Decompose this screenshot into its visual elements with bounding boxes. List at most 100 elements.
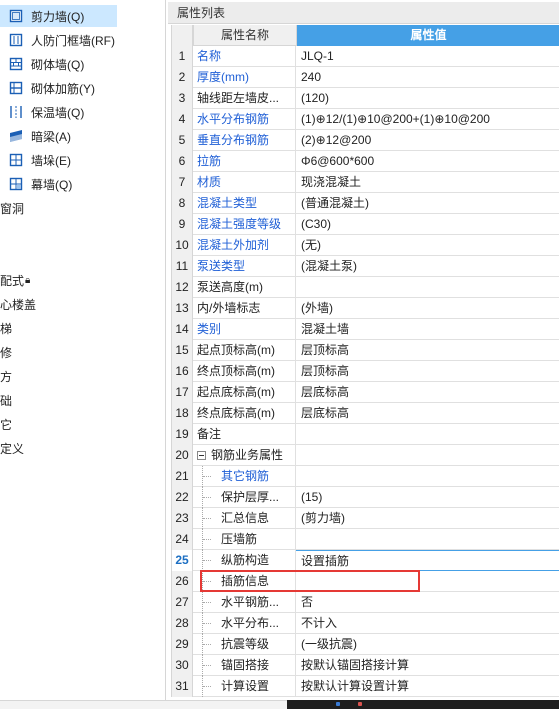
property-value[interactable] xyxy=(296,571,559,592)
property-row[interactable]: 16 终点顶标高(m) 层顶标高 xyxy=(172,361,559,382)
property-name: 混凝土外加剂 xyxy=(193,235,296,256)
property-name-text: 抗震等级 xyxy=(221,637,270,651)
property-name-text: 拉筋 xyxy=(197,154,222,168)
tree-item-door-frame-wall[interactable]: 人防门框墙(RF) xyxy=(0,29,115,51)
tree-category-label: 配式 xyxy=(0,273,25,288)
property-row[interactable]: 12 泵送高度(m) xyxy=(172,277,559,298)
property-row[interactable]: 15 起点顶标高(m) 层顶标高 xyxy=(172,340,559,361)
property-value[interactable]: (15) xyxy=(296,487,559,508)
tree-item-insulation-wall[interactable]: 保温墙(Q) xyxy=(0,101,84,123)
property-value[interactable] xyxy=(296,466,559,487)
property-row[interactable]: 9 混凝土强度等级 (C30) xyxy=(172,214,559,235)
property-value[interactable]: 不计入 xyxy=(296,613,559,634)
property-row[interactable]: 25 纵筋构造 设置插筋 xyxy=(172,550,559,571)
property-name: 水平分布... xyxy=(193,613,296,634)
tree-category-hollow-floor[interactable]: 心楼盖 xyxy=(0,293,36,315)
property-value[interactable]: 现浇混凝土 xyxy=(296,172,559,193)
property-row[interactable]: 19 备注 xyxy=(172,424,559,445)
tree-item-masonry-wall[interactable]: 砌体墙(Q) xyxy=(0,53,84,75)
tree-category-label: 修 xyxy=(0,345,13,360)
property-row[interactable]: 31 计算设置 按默认计算设置计算 xyxy=(172,676,559,697)
property-value[interactable]: (1)⊕12/(1)⊕10@200+(1)⊕10@200 xyxy=(296,109,559,130)
property-row[interactable]: 28 水平分布... 不计入 xyxy=(172,613,559,634)
property-row[interactable]: 17 起点底标高(m) 层底标高 xyxy=(172,382,559,403)
property-value[interactable]: 设置插筋 xyxy=(296,550,559,571)
tree-item-masonry-rebar[interactable]: 砌体加筋(Y) xyxy=(0,77,95,99)
property-value[interactable]: 层底标高 xyxy=(296,382,559,403)
row-number: 29 xyxy=(172,634,193,655)
property-row[interactable]: 1 名称 JLQ-1 xyxy=(172,46,559,67)
property-value[interactable]: (C30) xyxy=(296,214,559,235)
property-row[interactable]: 14 类别 混凝土墙 xyxy=(172,319,559,340)
property-name: 插筋信息 xyxy=(193,571,296,592)
property-row[interactable]: 29 抗震等级 (一级抗震) xyxy=(172,634,559,655)
property-name: 锚固搭接 xyxy=(193,655,296,676)
property-name-text: 类别 xyxy=(197,322,222,336)
tree-category-foundation[interactable]: 础 xyxy=(0,389,12,411)
property-row[interactable]: 2 厚度(mm) 240 xyxy=(172,67,559,88)
property-row[interactable]: 6 拉筋 Φ6@600*600 xyxy=(172,151,559,172)
property-row[interactable]: 21 其它钢筋 xyxy=(172,466,559,487)
property-row[interactable]: 22 保护层厚... (15) xyxy=(172,487,559,508)
property-value[interactable]: 按默认计算设置计算 xyxy=(296,676,559,697)
collapse-icon[interactable] xyxy=(197,451,206,460)
property-row[interactable]: 30 锚固搭接 按默认锚固搭接计算 xyxy=(172,655,559,676)
property-value[interactable]: (混凝土泵) xyxy=(296,256,559,277)
property-row[interactable]: 26 插筋信息 xyxy=(172,571,559,592)
property-row[interactable]: 10 混凝土外加剂 (无) xyxy=(172,235,559,256)
property-value[interactable]: 混凝土墙 xyxy=(296,319,559,340)
tree-category-stairs[interactable]: 梯 xyxy=(0,317,12,339)
hidden-beam-icon xyxy=(9,129,23,143)
row-number: 20 xyxy=(172,445,193,466)
property-value[interactable]: 层顶标高 xyxy=(296,340,559,361)
row-number: 24 xyxy=(172,529,193,550)
tree-category-other[interactable]: 它 xyxy=(0,413,12,435)
tree-category-custom[interactable]: 定义 xyxy=(0,437,24,459)
property-value[interactable]: (普通混凝土) xyxy=(296,193,559,214)
property-row[interactable]: 7 材质 现浇混凝土 xyxy=(172,172,559,193)
property-row[interactable]: 8 混凝土类型 (普通混凝土) xyxy=(172,193,559,214)
row-number: 27 xyxy=(172,592,193,613)
tree-category-decoration[interactable]: 修 xyxy=(0,341,12,363)
tree-item-curtain-wall[interactable]: 幕墙(Q) xyxy=(0,173,72,195)
property-value[interactable]: 240 xyxy=(296,67,559,88)
tree-item-wall-pier[interactable]: 墙垛(E) xyxy=(0,149,71,171)
property-name-text: 终点底标高(m) xyxy=(197,406,275,420)
property-value[interactable]: 按默认锚固搭接计算 xyxy=(296,655,559,676)
property-value[interactable] xyxy=(296,445,559,466)
property-name: 抗震等级 xyxy=(193,634,296,655)
property-value[interactable] xyxy=(296,529,559,550)
property-grid: 属性名称 属性值 1 名称 JLQ-1 2 厚度(mm) 240 3 轴线距左墙皮... (12… xyxy=(171,25,559,697)
tree-category-label: 方 xyxy=(0,369,13,384)
property-row[interactable]: 18 终点底标高(m) 层底标高 xyxy=(172,403,559,424)
row-number: 8 xyxy=(172,193,193,214)
property-value[interactable]: (120) xyxy=(296,88,559,109)
property-value[interactable]: JLQ-1 xyxy=(296,46,559,67)
tree-category-window-opening[interactable]: 窗洞 xyxy=(0,197,24,219)
property-row[interactable]: 4 水平分布钢筋 (1)⊕12/(1)⊕10@200+(1)⊕10@200 xyxy=(172,109,559,130)
property-row[interactable]: 27 水平钢筋... 否 xyxy=(172,592,559,613)
property-row[interactable]: 20 钢筋业务属性 xyxy=(172,445,559,466)
property-name-text: 备注 xyxy=(197,427,222,441)
property-value[interactable]: 层顶标高 xyxy=(296,361,559,382)
property-value[interactable]: (剪力墙) xyxy=(296,508,559,529)
property-value[interactable]: 否 xyxy=(296,592,559,613)
property-value[interactable]: (一级抗震) xyxy=(296,634,559,655)
tree-category-prefab[interactable]: 配式 🔒︎ xyxy=(0,269,30,291)
property-row[interactable]: 11 泵送类型 (混凝土泵) xyxy=(172,256,559,277)
property-value[interactable]: (2)⊕12@200 xyxy=(296,130,559,151)
property-row[interactable]: 5 垂直分布钢筋 (2)⊕12@200 xyxy=(172,130,559,151)
property-row[interactable]: 13 内/外墙标志 (外墙) xyxy=(172,298,559,319)
property-row[interactable]: 3 轴线距左墙皮... (120) xyxy=(172,88,559,109)
property-row[interactable]: 23 汇总信息 (剪力墙) xyxy=(172,508,559,529)
property-row[interactable]: 24 压墙筋 xyxy=(172,529,559,550)
property-value[interactable] xyxy=(296,424,559,445)
tree-item-hidden-beam[interactable]: 暗梁(A) xyxy=(0,125,71,147)
tree-category-earthwork[interactable]: 方 xyxy=(0,365,12,387)
tree-item-shear-wall[interactable]: 剪力墙(Q) xyxy=(0,5,117,27)
property-value[interactable]: (无) xyxy=(296,235,559,256)
property-value[interactable]: Φ6@600*600 xyxy=(296,151,559,172)
property-value[interactable] xyxy=(296,277,559,298)
property-value[interactable]: 层底标高 xyxy=(296,403,559,424)
property-value[interactable]: (外墙) xyxy=(296,298,559,319)
